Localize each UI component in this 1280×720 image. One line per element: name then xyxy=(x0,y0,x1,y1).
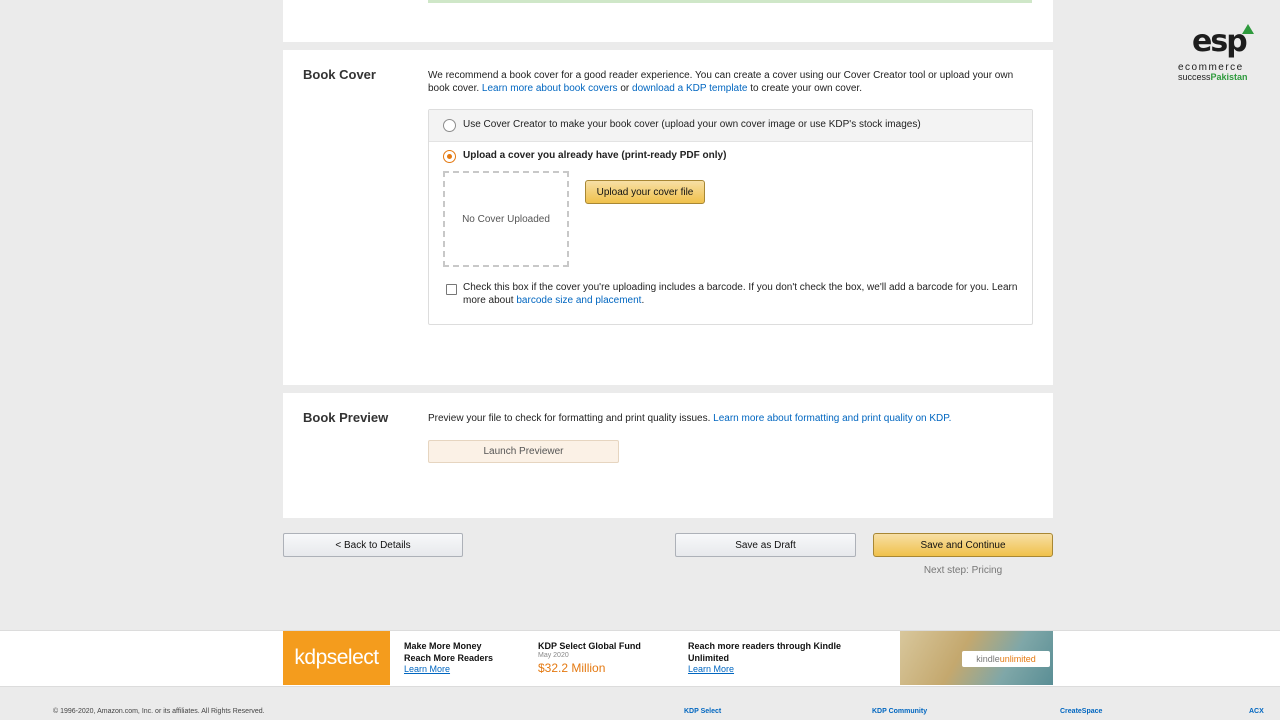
upload-cover-radio[interactable] xyxy=(443,150,456,163)
promo2-title: KDP Select Global Fund xyxy=(538,641,641,651)
promo3-line2: Unlimited xyxy=(688,653,730,663)
kdp-select-banner: kdp select Make More Money Reach More Rea… xyxy=(0,630,1280,687)
esp-logo-success: success xyxy=(1178,72,1211,82)
book-preview-description: Preview your file to check for formattin… xyxy=(428,412,1034,425)
promo1-line2: Reach More Readers xyxy=(404,653,494,663)
upload-cover-button[interactable]: Upload your cover file xyxy=(585,180,705,204)
promo3-line1: Reach more readers through Kindle xyxy=(688,641,842,651)
barcode-end: . xyxy=(641,295,645,306)
promo1-learn-more-link[interactable]: Learn More xyxy=(404,664,450,674)
kindle-unlimited-badge: kindle unlimited xyxy=(962,651,1050,667)
esp-logo-pakistan: Pakistan xyxy=(1210,72,1248,82)
footer-link-kdp-community[interactable]: KDP Community xyxy=(872,708,927,715)
book-cover-desc-post: to create your own cover. xyxy=(747,83,862,94)
promo1-line1: Make More Money xyxy=(404,641,482,651)
footer-link-acx[interactable]: ACX xyxy=(1249,708,1264,715)
barcode-checkbox[interactable] xyxy=(446,284,457,295)
promo3-learn-more-link[interactable]: Learn More xyxy=(688,664,734,674)
upload-success-bar xyxy=(428,0,1032,3)
launch-previewer-button[interactable]: Launch Previewer xyxy=(428,440,619,463)
kdp-select-logo[interactable]: kdp select xyxy=(283,631,390,685)
ku-unlimited: unlimited xyxy=(999,654,1036,664)
kdp-logo-kdp: kdp xyxy=(294,646,327,669)
footer-link-createspace[interactable]: CreateSpace xyxy=(1060,708,1102,715)
esp-logo-line2: successPakistan xyxy=(1178,72,1248,82)
cover-creator-radio[interactable] xyxy=(443,119,456,132)
next-step-text: Next step: Pricing xyxy=(923,565,1003,576)
book-cover-title: Book Cover xyxy=(303,67,376,82)
learn-more-book-covers-link[interactable]: Learn more about book covers xyxy=(482,83,618,94)
barcode-text: Check this box if the cover you're uploa… xyxy=(463,281,1023,307)
save-as-draft-button[interactable]: Save as Draft xyxy=(675,533,856,557)
cover-thumbnail-placeholder: No Cover Uploaded xyxy=(443,171,569,267)
save-and-continue-button[interactable]: Save and Continue xyxy=(873,533,1053,557)
kdp-logo-select: select xyxy=(326,646,379,669)
book-cover-desc-mid: or xyxy=(617,83,633,94)
book-preview-section: Book Preview Preview your file to check … xyxy=(283,393,1053,518)
promo2-amount: $32.2 Million xyxy=(538,661,606,675)
cover-options-box: Use Cover Creator to make your book cove… xyxy=(428,109,1033,325)
previous-section-panel xyxy=(283,0,1053,42)
formatting-quality-link[interactable]: Learn more about formatting and print qu… xyxy=(713,413,951,424)
upload-cover-label[interactable]: Upload a cover you already have (print-r… xyxy=(463,150,726,161)
book-cover-section: Book Cover We recommend a book cover for… xyxy=(283,50,1053,385)
download-kdp-template-link[interactable]: download a KDP template xyxy=(632,83,747,94)
copyright-text: © 1996-2020, Amazon.com, Inc. or its aff… xyxy=(53,708,265,715)
book-cover-description: We recommend a book cover for a good rea… xyxy=(428,69,1034,95)
no-cover-text: No Cover Uploaded xyxy=(462,213,550,225)
esp-watermark-logo: esp ecommerce successPakistan xyxy=(1176,22,1272,84)
barcode-size-link[interactable]: barcode size and placement xyxy=(516,295,641,306)
cover-creator-option[interactable]: Use Cover Creator to make your book cove… xyxy=(429,110,1032,142)
kindle-unlimited-artwork[interactable]: kindle unlimited xyxy=(900,631,1053,685)
ku-kindle: kindle xyxy=(976,654,1000,664)
back-to-details-button[interactable]: < Back to Details xyxy=(283,533,463,557)
cover-creator-label[interactable]: Use Cover Creator to make your book cove… xyxy=(463,119,921,130)
growth-arrow-icon xyxy=(1242,24,1254,34)
footer-link-kdp-select[interactable]: KDP Select xyxy=(684,708,721,715)
esp-logo-mark: esp xyxy=(1192,24,1248,59)
book-preview-title: Book Preview xyxy=(303,410,389,425)
book-preview-desc-text: Preview your file to check for formattin… xyxy=(428,413,714,424)
promo2-date: May 2020 xyxy=(538,652,569,659)
